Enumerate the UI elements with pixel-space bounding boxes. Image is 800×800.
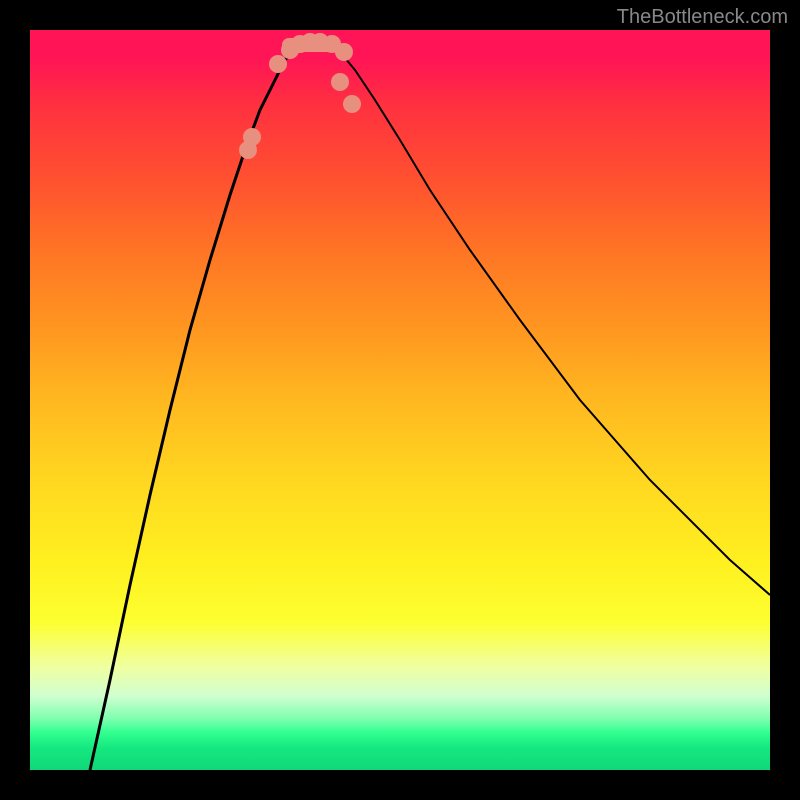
data-marker — [269, 55, 287, 73]
valley-segment — [282, 38, 338, 52]
chart-plot-area — [30, 30, 770, 770]
data-marker — [331, 73, 349, 91]
watermark-text: TheBottleneck.com — [617, 6, 788, 29]
right-curve — [330, 42, 770, 595]
data-marker — [343, 95, 361, 113]
curve-group — [90, 42, 770, 770]
marker-group — [239, 33, 361, 159]
chart-svg — [30, 30, 770, 770]
data-marker — [243, 128, 261, 146]
left-curve — [90, 42, 300, 770]
